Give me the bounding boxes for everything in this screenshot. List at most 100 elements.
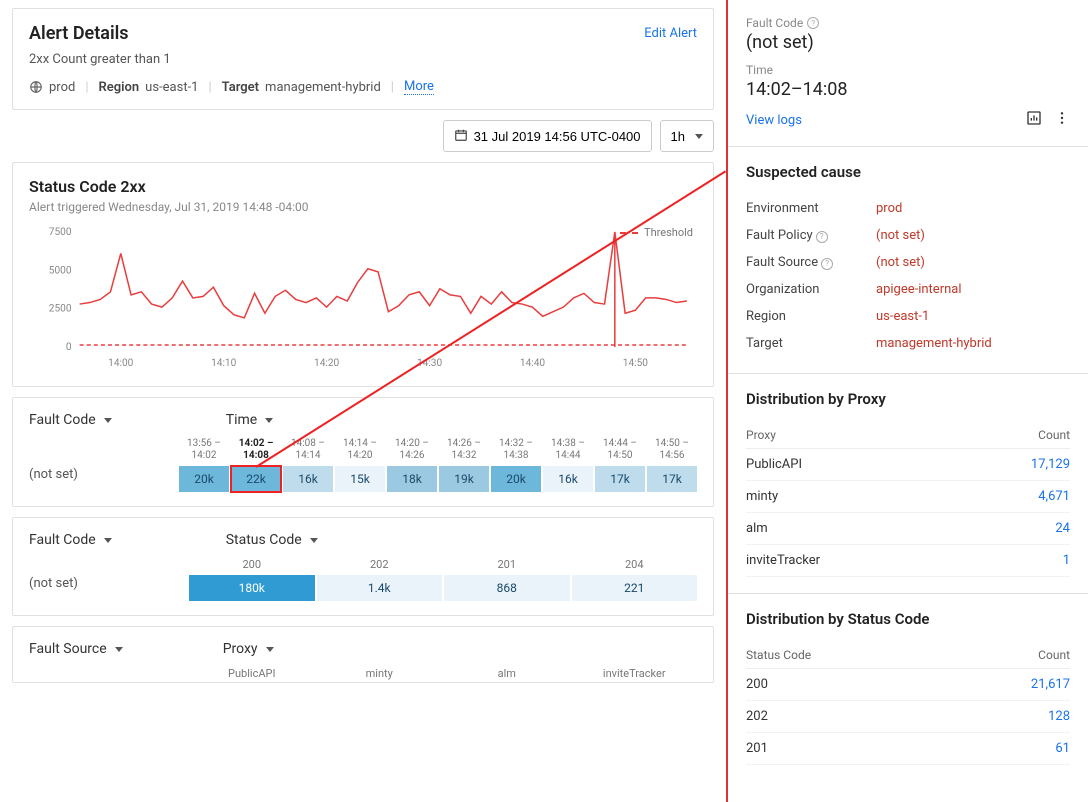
svg-text:14:00: 14:00 <box>108 358 134 369</box>
calendar-icon <box>454 128 468 145</box>
status-count[interactable]: 61 <box>1055 741 1070 756</box>
proxy-bucket-label: minty <box>366 667 393 680</box>
help-icon[interactable]: ? <box>816 231 828 243</box>
heatmap-cell[interactable]: 15k <box>335 466 385 492</box>
heatmap-cell[interactable]: 180k <box>189 575 315 601</box>
svg-text:0: 0 <box>66 342 72 353</box>
table-row: 20021,617 <box>746 669 1070 701</box>
proxy-name: inviteTracker <box>746 553 820 568</box>
proxy-bucket-label: PublicAPI <box>228 667 275 680</box>
status-bucket-label: 204 <box>625 558 644 571</box>
time-bucket-label: 14:44 –14:50 <box>603 438 637 462</box>
fault-code-dropdown[interactable]: Fault Code <box>29 412 112 428</box>
status-count[interactable]: 128 <box>1048 709 1070 724</box>
date-picker-button[interactable]: 31 Jul 2019 14:56 UTC-0400 <box>443 120 652 152</box>
caret-down-icon <box>266 647 274 652</box>
status-code-dropdown[interactable]: Status Code <box>226 532 318 548</box>
time-bucket-label: 14:38 –14:44 <box>551 438 585 462</box>
proxy-count[interactable]: 24 <box>1055 521 1070 536</box>
svg-text:14:40: 14:40 <box>520 358 546 369</box>
kv-value: prod <box>876 201 902 216</box>
bar-chart-icon[interactable] <box>1026 110 1042 130</box>
chart-title: Status Code 2xx <box>29 177 697 196</box>
heatmap-cell[interactable]: 18k <box>387 466 437 492</box>
time-bucket-label: 14:50 –14:56 <box>655 438 689 462</box>
heatmap-cell[interactable]: 17k <box>595 466 645 492</box>
fault-time-card: Fault Code Time (not set) 13:56 –14:02 20… <box>12 397 714 507</box>
fault-code-row-label-2: (not set) <box>29 576 189 601</box>
status-code: 202 <box>746 709 768 724</box>
caret-down-icon <box>310 538 318 543</box>
time-bucket-label: 14:20 –14:26 <box>395 438 429 462</box>
suspected-cause-row: Organizationapigee-internal <box>746 276 1070 303</box>
heatmap-cell[interactable]: 1.4k <box>317 575 443 601</box>
range-value: 1h <box>671 129 685 144</box>
caret-down-icon <box>265 418 273 423</box>
time-bucket-label: 13:56 –14:02 <box>187 438 221 462</box>
proxy-count[interactable]: 4,671 <box>1038 489 1070 504</box>
proxy-dist-title: Distribution by Proxy <box>746 390 1070 408</box>
date-toolbar: 31 Jul 2019 14:56 UTC-0400 1h <box>12 120 714 152</box>
fault-code-dropdown-2[interactable]: Fault Code <box>29 532 112 548</box>
heatmap-cell[interactable]: 20k <box>491 466 541 492</box>
heatmap-cell[interactable]: 20k <box>179 466 229 492</box>
suspected-cause-row: Regionus-east-1 <box>746 303 1070 330</box>
region-value: us-east-1 <box>145 80 198 95</box>
fault-code-row-label: (not set) <box>29 467 179 492</box>
status-count[interactable]: 21,617 <box>1031 677 1070 692</box>
status-bucket-label: 202 <box>370 558 389 571</box>
kv-value: us-east-1 <box>876 309 929 324</box>
proxy-dropdown[interactable]: Proxy <box>223 641 274 657</box>
proxy-name: PublicAPI <box>746 457 802 472</box>
help-icon[interactable]: ? <box>807 17 819 29</box>
fault-source-proxy-card: Fault Source Proxy PublicAPImintyalminvi… <box>12 626 714 683</box>
side-time-value: 14:02–14:08 <box>746 79 1070 100</box>
time-dropdown[interactable]: Time <box>226 412 273 428</box>
status-distribution-section: Distribution by Status Code Status Code … <box>728 593 1088 781</box>
heatmap-cell[interactable]: 16k <box>283 466 333 492</box>
time-bucket-label: 14:08 –14:14 <box>291 438 325 462</box>
more-link[interactable]: More <box>404 79 434 95</box>
heatmap-cell[interactable]: 221 <box>572 575 698 601</box>
proxy-name: minty <box>746 489 778 504</box>
chart-subtitle: Alert triggered Wednesday, Jul 31, 2019 … <box>29 200 697 214</box>
heatmap-cell[interactable]: 17k <box>647 466 697 492</box>
kv-key: Fault Policy? <box>746 228 876 243</box>
fault-status-card: Fault Code Status Code (not set) 200180k… <box>12 517 714 616</box>
kv-key: Target <box>746 336 876 351</box>
date-value: 31 Jul 2019 14:56 UTC-0400 <box>474 129 641 144</box>
fault-source-dropdown[interactable]: Fault Source <box>29 641 123 657</box>
heatmap-cell[interactable]: 22k <box>231 466 281 492</box>
caret-down-icon <box>104 538 112 543</box>
detail-side-panel: Fault Code ? (not set) Time 14:02–14:08 … <box>726 0 1088 802</box>
heatmap-cell[interactable]: 16k <box>543 466 593 492</box>
proxy-count[interactable]: 17,129 <box>1031 457 1070 472</box>
count-col-header: Count <box>1038 648 1070 662</box>
heatmap-cell[interactable]: 19k <box>439 466 489 492</box>
proxy-count[interactable]: 1 <box>1063 553 1070 568</box>
svg-text:5000: 5000 <box>49 265 72 276</box>
edit-alert-link[interactable]: Edit Alert <box>644 26 697 41</box>
range-picker-button[interactable]: 1h <box>660 120 714 152</box>
proxy-col-header: Proxy <box>746 428 776 442</box>
suspected-cause-row: Fault Source?(not set) <box>746 249 1070 276</box>
side-time-label: Time <box>746 63 1070 77</box>
kv-key: Fault Source? <box>746 255 876 270</box>
heatmap-cell[interactable]: 868 <box>444 575 570 601</box>
alert-details-card: Alert Details Edit Alert 2xx Count great… <box>12 8 714 110</box>
proxy-distribution-section: Distribution by Proxy Proxy Count Public… <box>728 373 1088 593</box>
help-icon[interactable]: ? <box>821 258 833 270</box>
status-col-header: Status Code <box>746 648 811 662</box>
proxy-name: alm <box>746 521 768 536</box>
svg-text:14:10: 14:10 <box>211 358 237 369</box>
kv-value: (not set) <box>876 255 925 270</box>
target-label: Target <box>222 80 259 95</box>
view-logs-link[interactable]: View logs <box>746 113 802 128</box>
time-heatmap-grid: 13:56 –14:0220k14:02 –14:0822k14:08 –14:… <box>179 438 697 492</box>
table-row: inviteTracker 1 <box>746 545 1070 577</box>
table-row: alm 24 <box>746 513 1070 545</box>
svg-text:7500: 7500 <box>49 227 72 238</box>
suspected-cause-row: Fault Policy?(not set) <box>746 222 1070 249</box>
table-row: 202 128 <box>746 701 1070 733</box>
more-menu-icon[interactable] <box>1054 110 1070 130</box>
